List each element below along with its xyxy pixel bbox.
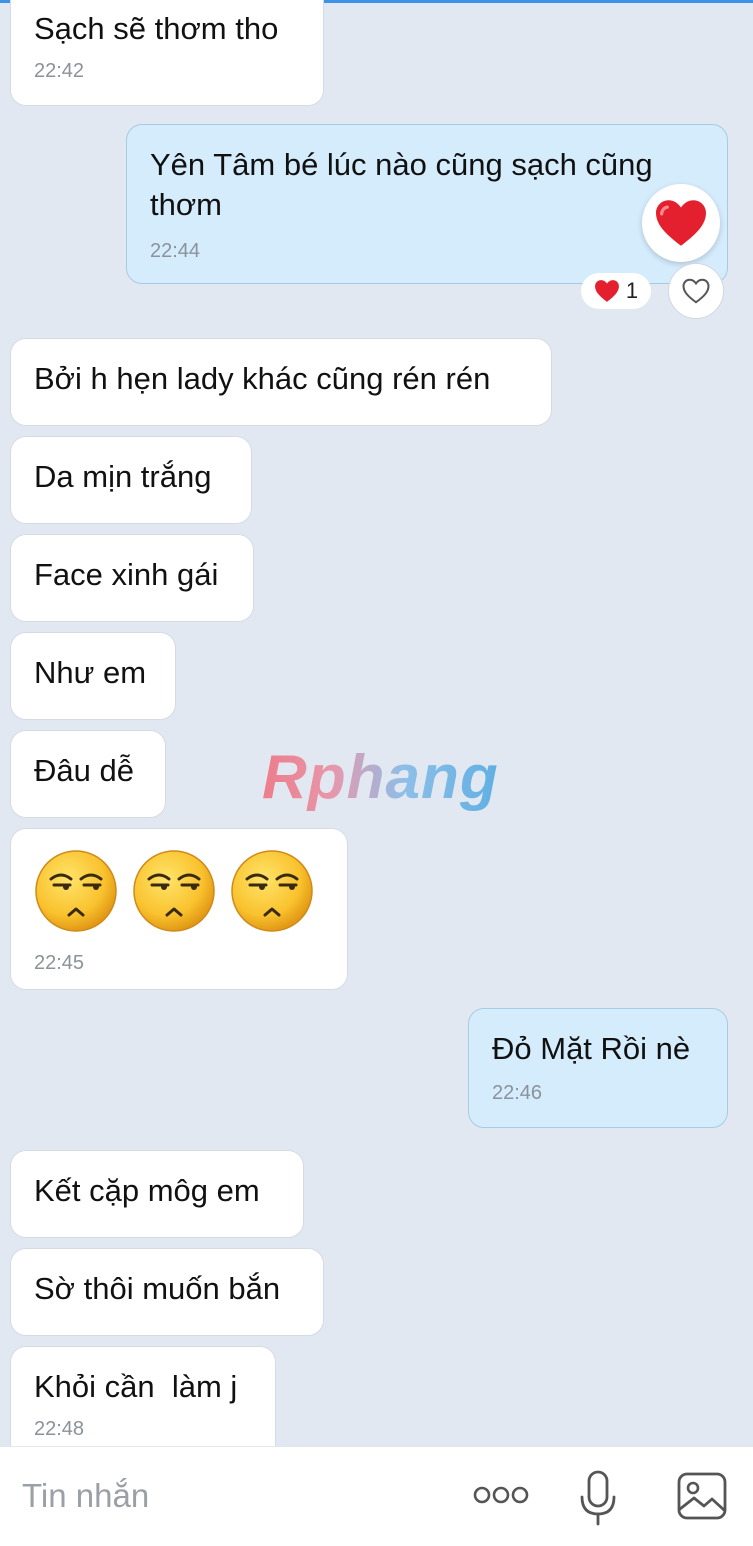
message-bubble[interactable]: Đỏ Mặt Rồi nè 22:46: [468, 1008, 728, 1128]
message-bubble[interactable]: Da mịn trắng: [10, 436, 252, 524]
message-text: Da mịn trắng: [34, 459, 212, 494]
message-time: 22:48: [34, 1418, 85, 1440]
watermark-logo: Rphang: [262, 743, 499, 812]
message-text: Sạch sẽ thơm tho: [34, 11, 279, 46]
message-text: Đâu dễ: [34, 753, 134, 788]
message-bubble[interactable]: Đâu dễ: [10, 730, 166, 818]
image-icon[interactable]: [676, 1471, 728, 1521]
message-composer: Tin nhắn: [0, 1446, 753, 1546]
heart-reaction-button[interactable]: [642, 184, 720, 262]
like-button[interactable]: [668, 263, 724, 319]
reaction-count: 1: [625, 278, 639, 303]
message-text: Bởi h hẹn lady khác cũng rén rén: [34, 361, 491, 396]
reaction-summary[interactable]: 1: [581, 273, 651, 309]
message-bubble[interactable]: Bởi h hẹn lady khác cũng rén rén: [10, 338, 552, 426]
message-bubble[interactable]: 22:45: [10, 828, 348, 990]
message-text: Face xinh gái: [34, 557, 219, 592]
message-bubble[interactable]: Face xinh gái: [10, 534, 254, 622]
smirk-face-icon: [35, 850, 117, 932]
message-time: 22:45: [34, 952, 85, 974]
message-time: 22:46: [492, 1082, 543, 1104]
message-bubble[interactable]: Kết cặp môg em: [10, 1150, 304, 1238]
heart-outline-icon: [682, 278, 710, 304]
message-text: Yên Tâm bé lúc nào cũng sạch cũng thơm: [150, 147, 662, 222]
emoji-row: [34, 849, 324, 933]
message-text: Sờ thôi muốn bắn: [34, 1271, 281, 1306]
message-text: Khỏi cần làm j: [34, 1369, 238, 1404]
message-time: 22:42: [34, 60, 85, 82]
heart-icon: [594, 280, 619, 302]
message-time: 22:44: [150, 240, 201, 262]
message-input[interactable]: Tin nhắn: [22, 1477, 149, 1515]
message-text: Đỏ Mặt Rồi nè: [492, 1031, 691, 1066]
chat-thread[interactable]: Sạch sẽ thơm tho 22:42 Yên Tâm bé lúc nà…: [0, 0, 753, 1446]
microphone-icon[interactable]: [578, 1469, 618, 1527]
smirk-face-icon: [231, 850, 313, 932]
heart-icon: [656, 200, 706, 246]
message-text: Như em: [34, 655, 147, 690]
smirk-face-icon: [133, 850, 215, 932]
message-bubble[interactable]: Yên Tâm bé lúc nào cũng sạch cũng thơm 2…: [126, 124, 728, 284]
more-icon[interactable]: [472, 1475, 530, 1515]
message-bubble[interactable]: Như em: [10, 632, 176, 720]
message-bubble[interactable]: Sạch sẽ thơm tho 22:42: [10, 0, 324, 106]
message-bubble[interactable]: Sờ thôi muốn bắn: [10, 1248, 324, 1336]
message-text: Kết cặp môg em: [34, 1173, 260, 1208]
message-bubble[interactable]: Khỏi cần làm j 22:48: [10, 1346, 276, 1446]
